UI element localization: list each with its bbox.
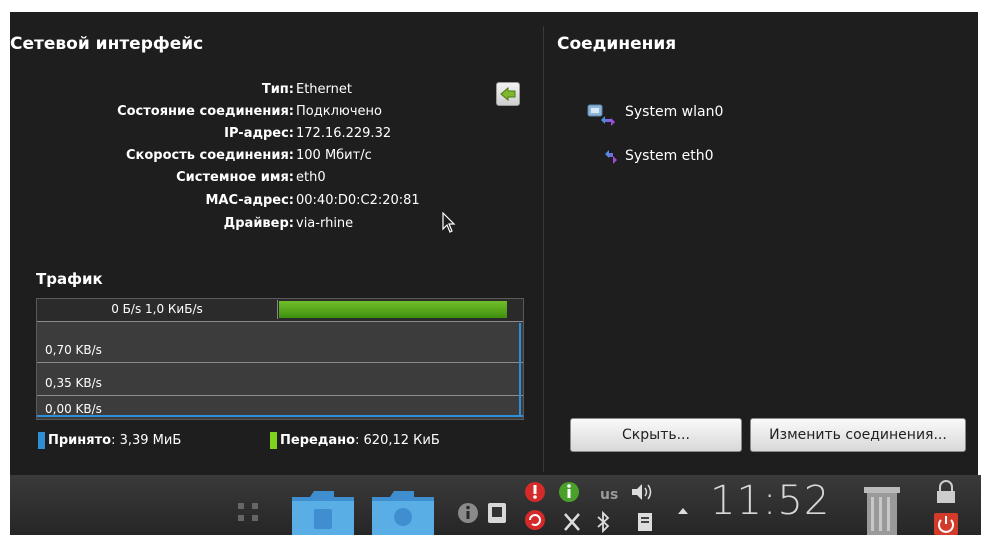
mouse-cursor-icon — [442, 212, 456, 233]
graph-header: 0 Б/s 1,0 КиБ/s — [37, 299, 523, 322]
volume-icon[interactable] — [630, 481, 654, 503]
info-row-state: Состояние соединения: Подключено — [117, 104, 382, 119]
taskbar: us 11:52 — [10, 475, 981, 535]
menu-dots-icon[interactable] — [238, 499, 264, 529]
sent-rate-bar-fill — [279, 301, 508, 318]
legend-sent-key: Передано — [280, 433, 356, 448]
screen: Сетевой интерфейс Соединения Тип: Ethern… — [0, 0, 981, 535]
bluetooth-icon[interactable] — [594, 511, 612, 533]
edit-connections-button[interactable]: Изменить соединения... — [750, 418, 966, 452]
hide-button[interactable]: Скрыть... — [570, 418, 742, 452]
legend-received-swatch — [38, 432, 45, 449]
info-row-type: Тип: Ethernet — [261, 82, 352, 97]
grid-line — [37, 362, 523, 363]
legend-received-value: : 3,39 МиБ — [111, 433, 182, 448]
info-value: 00:40:D0:C2:20:81 — [296, 193, 420, 208]
info-key: Системное имя — [176, 170, 289, 185]
wireless-connection-icon — [587, 104, 615, 126]
info-value: 172.16.229.32 — [296, 126, 392, 141]
arrow-left-icon — [500, 86, 516, 102]
grid-line — [37, 395, 523, 396]
axis-label: 0,00 KB/s — [45, 402, 102, 416]
back-button[interactable] — [496, 82, 520, 106]
info-key: Тип — [261, 82, 289, 97]
vertical-divider — [543, 26, 544, 472]
power-icon[interactable] — [932, 511, 960, 535]
info-row-system-name: Системное имя: eth0 — [176, 170, 326, 185]
trash-icon[interactable] — [860, 485, 904, 535]
received-line — [37, 415, 523, 417]
info-value: Ethernet — [296, 82, 352, 97]
keyboard-layout[interactable]: us — [600, 487, 618, 503]
legend-received: Принято: 3,39 МиБ — [38, 432, 181, 449]
info-row-ip: IP-адрес: 172.16.229.32 — [224, 126, 392, 141]
rate-label: 0 Б/s 1,0 КиБ/s — [111, 302, 203, 316]
axis-label: 0,70 KB/s — [45, 343, 102, 357]
info-value: via-rhine — [296, 216, 354, 231]
legend-sent: Передано: 620,12 КиБ — [270, 432, 440, 449]
connections-title: Соединения — [557, 34, 677, 54]
interface-title: Сетевой интерфейс — [10, 34, 204, 54]
connection-label: System eth0 — [625, 148, 714, 164]
network-tools-icon[interactable] — [562, 511, 582, 533]
info-value: eth0 — [296, 170, 326, 185]
info-key: MAC-адрес — [205, 193, 289, 208]
lock-icon[interactable] — [932, 479, 960, 505]
legend-sent-swatch — [270, 432, 277, 449]
connection-label: System wlan0 — [625, 104, 724, 120]
network-panel: Сетевой интерфейс Соединения Тип: Ethern… — [10, 12, 978, 475]
network-icon[interactable] — [486, 501, 508, 525]
axis-label: 0,35 KB/s — [45, 376, 102, 390]
info-value: 100 Мбит/с — [296, 148, 372, 163]
update-icon[interactable] — [558, 481, 580, 503]
folder-downloads-icon[interactable] — [370, 487, 436, 535]
reload-icon[interactable] — [524, 509, 546, 531]
traffic-graph: 0 Б/s 1,0 КиБ/s 0,70 KB/s 0,35 KB/s 0,00… — [36, 298, 524, 420]
grid-line — [37, 321, 523, 322]
sent-rate-bar — [277, 300, 518, 319]
alert-icon[interactable] — [524, 481, 546, 503]
clock[interactable]: 11:52 — [710, 478, 830, 524]
info-key: Состояние соединения — [117, 104, 289, 119]
info-key: Драйвер — [223, 216, 289, 231]
info-icon[interactable] — [456, 501, 480, 525]
folder-documents-icon[interactable] — [290, 487, 356, 535]
info-value: Подключено — [296, 104, 382, 119]
legend-received-key: Принято — [48, 433, 112, 448]
info-key: Скорость соединения — [125, 148, 289, 163]
wired-connection-icon — [605, 150, 617, 164]
legend-sent-value: : 620,12 КиБ — [355, 433, 440, 448]
expand-arrow-icon[interactable] — [676, 505, 690, 517]
traffic-title: Трафик — [36, 270, 103, 288]
info-row-speed: Скорость соединения: 100 Мбит/с — [125, 148, 372, 163]
sent-line — [519, 323, 521, 417]
info-key: IP-адрес — [224, 126, 289, 141]
clipboard-icon[interactable] — [634, 509, 656, 533]
